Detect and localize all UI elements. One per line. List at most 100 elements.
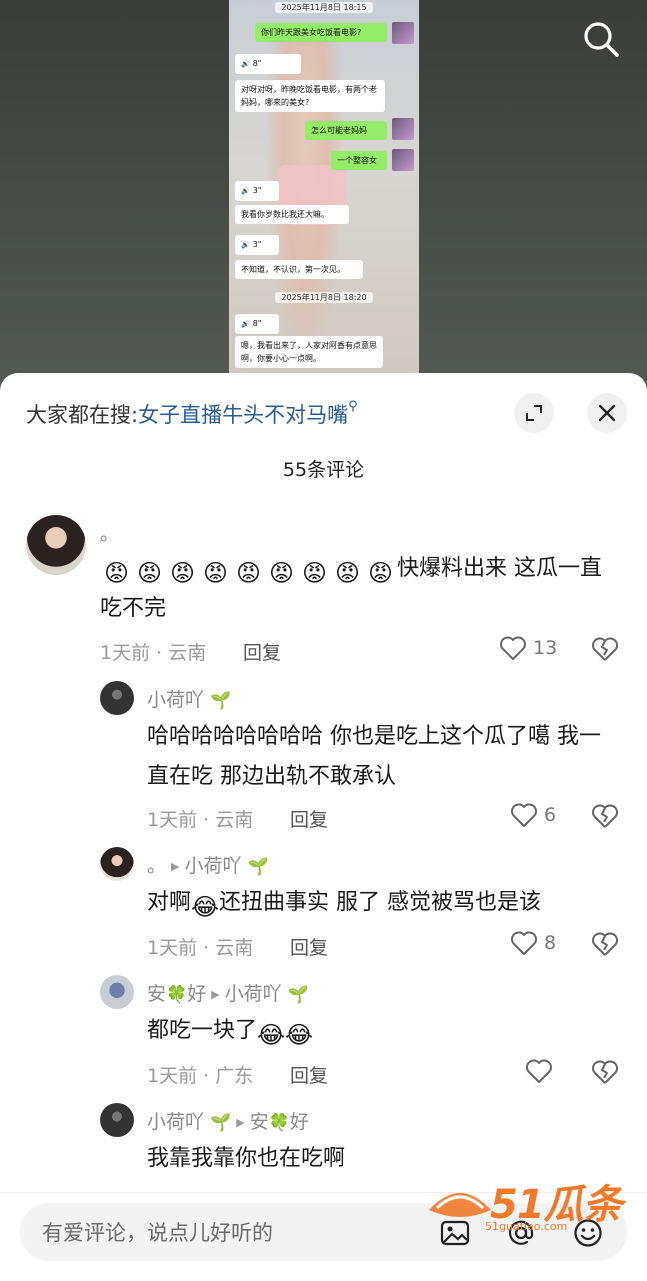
voice-message: 3"	[235, 181, 279, 201]
heart-icon	[511, 931, 537, 955]
chat-bubble: 嗯，我看出来了，人家对阿香有点意思啊，你要小心一点啊。	[235, 336, 383, 368]
search-button[interactable]	[578, 16, 624, 62]
chat-bubble: 你们昨天跟美女吃饭看电影?	[255, 23, 387, 42]
reply-button[interactable]: 回复	[243, 638, 281, 665]
reply-arrow-icon: ▶	[236, 1116, 245, 1129]
sprout-icon: 🌱	[210, 1113, 232, 1133]
comment-item: 。 😡 😡 😡 😡 😡 😡 😡 😡 😡 快爆料出来 这瓜一直吃不完 1天前 · 云南 回复 13	[0, 515, 647, 665]
like-count: 8	[544, 932, 557, 954]
reply-arrow-icon: ▶	[171, 860, 180, 873]
sprout-icon: 🌱	[287, 985, 309, 1005]
angry-face-emoji: 😡	[235, 559, 262, 587]
reply-comment-item: 小荷吖 🌱 哈哈哈哈哈哈哈哈 你也是吃上这个瓜了噶 我一直在吃 那边出轨不敢承认…	[0, 679, 647, 832]
voice-message: 3"	[235, 235, 279, 255]
reply-button[interactable]: 回复	[290, 805, 328, 832]
like-count: 6	[544, 804, 557, 826]
like-button[interactable]: 6	[510, 802, 556, 828]
comment-username[interactable]: 小荷吖 🌱 ▶ 安🍀好	[147, 1107, 309, 1134]
chat-bubble: 对呀对呀，昨晚吃饭看电影，有两个老妈妈，哪来的美女?	[235, 80, 385, 112]
comment-text: 😡 😡 😡 😡 😡 😡 😡 😡 😡 快爆料出来 这瓜一直吃不完	[100, 549, 620, 629]
voice-message: 8"	[235, 54, 301, 74]
comment-sheet: 大家都在搜:女子直播牛头不对马嘴⚲ 55条评论 。 😡 😡 😡 😡 😡 😡 😡 😡 😡 快爆料出来…	[0, 373, 647, 1280]
chat-avatar	[392, 118, 414, 140]
chat-timestamp: 2025年11月8日 18:20	[229, 292, 419, 303]
expand-button[interactable]	[514, 393, 554, 433]
avatar[interactable]	[100, 847, 134, 881]
heart-icon	[500, 636, 526, 660]
avatar[interactable]	[100, 975, 134, 1009]
expand-icon	[526, 405, 542, 421]
angry-face-emoji: 😡	[334, 559, 361, 587]
comment-username[interactable]: 小荷吖 🌱	[147, 685, 231, 712]
chat-bubble: 怎么可能老妈妈	[305, 121, 387, 140]
avatar[interactable]	[100, 681, 134, 715]
comment-text: 都吃一块了😂😂	[147, 1018, 314, 1049]
like-count: 13	[533, 637, 558, 659]
close-icon	[598, 404, 616, 422]
hot-search-keyword[interactable]: 女子直播牛头不对马嘴	[138, 403, 348, 427]
comment-text: 对啊😂还扭曲事实 服了 感觉被骂也是该	[147, 890, 542, 921]
comment-username[interactable]: 。	[100, 519, 119, 546]
comment-text: 哈哈哈哈哈哈哈哈 你也是吃上这个瓜了噶 我一直在吃 那边出轨不敢承认	[147, 724, 601, 789]
watermark-logo: 51瓜条 51guatiao.com	[425, 1172, 625, 1242]
heart-icon	[511, 803, 537, 827]
dislike-button[interactable]	[591, 931, 619, 961]
broken-heart-icon	[592, 1060, 618, 1084]
search-icon	[584, 22, 619, 57]
reply-comment-item: 安🍀好 ▶ 小荷吖 🌱 都吃一块了😂😂 1天前 · 广东 回复	[0, 975, 647, 1095]
comment-username[interactable]: 。 ▶ 小荷吖 🌱	[147, 851, 269, 878]
clover-icon: 🍀	[268, 1113, 290, 1133]
angry-face-emoji: 😡	[268, 559, 295, 587]
heart-icon	[526, 1059, 552, 1083]
broken-heart-icon	[592, 932, 618, 956]
hot-search-prefix: 大家都在搜:	[26, 403, 139, 427]
voice-message: 8"	[235, 314, 279, 334]
like-button[interactable]	[525, 1058, 553, 1084]
angry-face-emoji: 😡	[136, 559, 163, 587]
angry-face-emoji: 😡	[301, 559, 328, 587]
sprout-icon: 🌱	[210, 691, 232, 711]
angry-face-emoji: 😡	[367, 559, 394, 587]
chat-timestamp: 2025年11月8日 18:15	[229, 2, 419, 13]
close-button[interactable]	[587, 393, 627, 433]
crying-laughing-emoji: 😂	[285, 1021, 314, 1049]
comment-meta: 1天前 · 广东	[147, 1065, 254, 1087]
comment-count: 55条评论	[282, 459, 365, 481]
sprout-icon: 🌱	[247, 857, 269, 877]
video-player[interactable]: 2025年11月8日 18:15 你们昨天跟美女吃饭看电影? 8" 对呀对呀，昨…	[0, 0, 647, 400]
emoji-row: 😡 😡 😡 😡 😡 😡 😡 😡 😡	[100, 556, 397, 587]
reply-arrow-icon: ▶	[211, 988, 220, 1001]
chat-bubble: 我看你岁数比我还大嘛。	[235, 205, 349, 224]
chat-avatar	[392, 149, 414, 171]
avatar[interactable]	[26, 515, 86, 575]
dislike-button[interactable]	[591, 803, 619, 833]
dislike-button[interactable]	[591, 1059, 619, 1089]
comment-input[interactable]	[40, 1203, 424, 1263]
angry-face-emoji: 😡	[103, 559, 130, 587]
hot-search-link[interactable]: 大家都在搜:女子直播牛头不对马嘴⚲	[26, 399, 358, 429]
watermark-url: 51guatiao.com	[485, 1220, 568, 1233]
reply-comment-item: 。 ▶ 小荷吖 🌱 对啊😂还扭曲事实 服了 感觉被骂也是该 1天前 · 云南 回复 …	[0, 847, 647, 967]
comment-meta: 1天前 · 云南	[147, 809, 254, 831]
comment-username[interactable]: 安🍀好 ▶ 小荷吖 🌱	[147, 979, 309, 1006]
chat-bubble: 不知道，不认识，第一次见。	[235, 260, 363, 279]
comment-meta: 1天前 · 云南	[100, 642, 207, 664]
angry-face-emoji: 😡	[169, 559, 196, 587]
magnifier-icon: ⚲	[348, 399, 358, 414]
reply-button[interactable]: 回复	[290, 1061, 328, 1088]
crying-laughing-emoji: 😂	[257, 1021, 286, 1049]
dislike-button[interactable]	[591, 636, 619, 666]
angry-face-emoji: 😡	[202, 559, 229, 587]
avatar[interactable]	[100, 1103, 134, 1137]
chat-avatar	[392, 22, 414, 44]
broken-heart-icon	[592, 637, 618, 661]
chat-screenshot-image: 2025年11月8日 18:15 你们昨天跟美女吃饭看电影? 8" 对呀对呀，昨…	[229, 0, 419, 376]
like-button[interactable]: 13	[499, 635, 557, 661]
broken-heart-icon	[592, 804, 618, 828]
chat-bubble: 一个整容女	[331, 151, 387, 170]
like-button[interactable]: 8	[510, 930, 556, 956]
comment-meta: 1天前 · 云南	[147, 937, 254, 959]
crying-laughing-emoji: 😂	[191, 893, 220, 921]
reply-button[interactable]: 回复	[290, 933, 328, 960]
clover-icon: 🍀	[166, 985, 188, 1005]
